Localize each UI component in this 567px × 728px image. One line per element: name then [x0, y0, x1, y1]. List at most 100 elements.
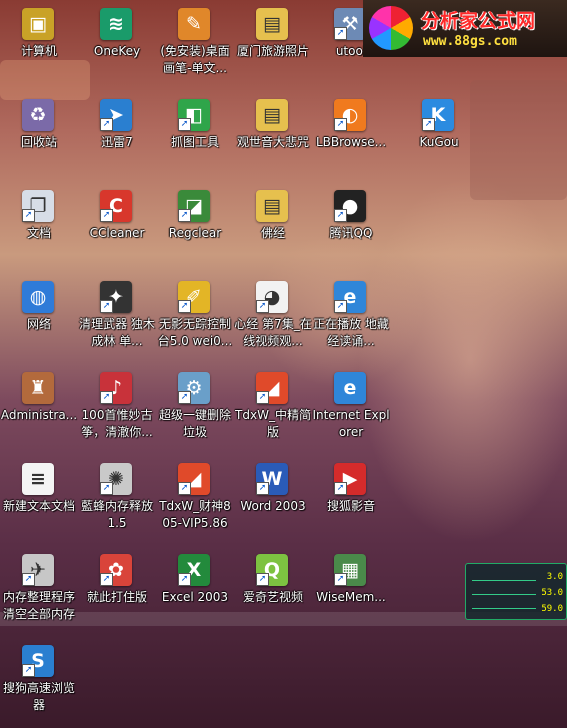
desktop-shortcut[interactable]: ◕ ➚ 心经 第7集_在线视频观...: [234, 275, 312, 361]
gadget-value: 59.0: [541, 604, 563, 614]
desktop-shortcut[interactable]: ▶ ➚ 搜狐影音: [312, 457, 390, 543]
desktop-shortcut[interactable]: ◢ ➚ TdxW_中精简版: [234, 366, 312, 452]
broom-icon: ✐ ➚: [178, 281, 210, 313]
desktop-shortcut[interactable]: ➤ ➚ 迅雷7: [78, 93, 156, 179]
desktop-shortcut[interactable]: ✦ ➚ 清理武器 独木成林 单...: [78, 275, 156, 361]
desktop-shortcut[interactable]: ◪ ➚ Regclear: [156, 184, 234, 270]
shortcut-label: 厦门旅游照片: [236, 44, 309, 58]
desktop-shortcut[interactable]: W ➚ Word 2003: [234, 457, 312, 543]
desktop-shortcut[interactable]: ≋ OneKey: [78, 2, 156, 88]
desktop-shortcut[interactable]: ◍ 网络: [0, 275, 78, 361]
desktop-shortcut[interactable]: ▣ 计算机: [0, 2, 78, 88]
shortcut-arrow-icon: ➚: [422, 118, 435, 131]
desktop-shortcut[interactable]: ◧ ➚ 抓图工具: [156, 93, 234, 179]
shortcut-label: 新建文本文档: [2, 499, 75, 513]
shortcut-label: Administra...: [0, 408, 78, 422]
shortcut-arrow-icon: ➚: [334, 482, 347, 495]
shortcut-arrow-icon: ➚: [334, 573, 347, 586]
gadget-value: 3.0: [546, 572, 563, 582]
shortcut-label: OneKey: [93, 44, 141, 58]
internet-explorer-icon: e ➚: [334, 281, 366, 313]
shortcut-arrow-icon: ➚: [334, 27, 347, 40]
shortcut-arrow-icon: ➚: [334, 118, 347, 131]
shortcut-label: Internet Explorer: [312, 408, 390, 439]
shortcut-arrow-icon: ➚: [100, 573, 113, 586]
tdx-icon: ◢ ➚: [178, 463, 210, 495]
sogou-browser-icon: S ➚: [22, 645, 54, 677]
shortcut-label: 回收站: [20, 135, 57, 149]
album-cover-icon: ♪ ➚: [100, 372, 132, 404]
shortcut-label: TdxW_财神805-VIP5.86: [159, 499, 231, 530]
desktop-shortcut[interactable]: ✐ ➚ 无影无踪控制台5.0 wei0...: [156, 275, 234, 361]
photo-icon: ✿ ➚: [100, 554, 132, 586]
shortcut-arrow-icon: ➚: [178, 209, 191, 222]
desktop-shortcut[interactable]: ✈ ➚ 内存整理程序清空全部内存: [0, 548, 78, 634]
desktop-shortcut[interactable]: ✿ ➚ 就此打住版: [78, 548, 156, 634]
desktop-shortcut[interactable]: X ➚ Excel 2003: [156, 548, 234, 634]
desktop-shortcut[interactable]: ❐ ➚ 文档: [0, 184, 78, 270]
desktop-shortcut[interactable]: S ➚ 搜狗高速浏览器: [0, 639, 78, 725]
desktop-shortcut[interactable]: ✎ (免安装)桌面画笔-单文...: [156, 2, 234, 88]
monitor-gadget[interactable]: 3.0 53.0 59.0: [465, 563, 567, 620]
shortcut-label: Excel 2003: [161, 590, 229, 604]
banner-title: 分析家公式网: [421, 10, 536, 32]
desktop-shortcut[interactable]: ◢ ➚ TdxW_财神805-VIP5.86: [156, 457, 234, 543]
desktop-shortcut[interactable]: ▤ 观世音大悲咒: [234, 93, 312, 179]
desktop-shortcut[interactable]: Q ➚ 爱奇艺视频: [234, 548, 312, 634]
shortcut-arrow-icon: ➚: [256, 482, 269, 495]
desktop-shortcut[interactable]: ▦ ➚ WiseMem...: [312, 548, 390, 634]
shortcut-label: 计算机: [20, 44, 57, 58]
watermark-banner: 分析家公式网 www.88gs.com: [363, 0, 567, 57]
internet-explorer-icon: e: [334, 372, 366, 404]
shortcut-label: 搜狗高速浏览器: [2, 681, 75, 712]
shortcut-arrow-icon: ➚: [178, 118, 191, 131]
wisememory-icon: ▦ ➚: [334, 554, 366, 586]
banner-url: www.88gs.com: [423, 34, 517, 49]
wallpaper-screen: [470, 80, 567, 200]
desktop-shortcut[interactable]: ● ➚ 腾讯QQ: [312, 184, 390, 270]
desktop-shortcut[interactable]: ♻ 回收站: [0, 93, 78, 179]
desktop-shortcut[interactable]: ⚙ ➚ 超级一键删除垃圾: [156, 366, 234, 452]
gadget-graph-line: [472, 594, 536, 595]
screenshot-tool-icon: ◧ ➚: [178, 99, 210, 131]
shortcut-label: 超级一键删除垃圾: [158, 408, 231, 439]
desktop-shortcut[interactable]: e Internet Explorer: [312, 366, 390, 452]
shortcut-arrow-icon: ➚: [178, 482, 191, 495]
shortcut-arrow-icon: ➚: [334, 300, 347, 313]
desktop-shortcut[interactable]: ♜ Administra...: [0, 366, 78, 452]
flower-logo-icon: [369, 6, 413, 50]
desktop-shortcut[interactable]: C ➚ CCleaner: [78, 184, 156, 270]
shortcut-label: WiseMem...: [316, 590, 386, 604]
shortcut-label: 就此打住版: [86, 590, 147, 604]
shortcut-label: 网络: [26, 317, 51, 331]
desktop-shortcut[interactable]: K ➚ KuGou: [400, 93, 478, 179]
shortcut-arrow-icon: ➚: [100, 209, 113, 222]
shortcut-label: LBBrowse...: [315, 135, 387, 149]
desktop-shortcut[interactable]: ♪ ➚ 100首惟妙古筝，清澈你...: [78, 366, 156, 452]
shortcut-label: 抓图工具: [170, 135, 219, 149]
word-icon: W ➚: [256, 463, 288, 495]
shortcut-arrow-icon: ➚: [256, 573, 269, 586]
shortcut-label: 清理武器 独木成林 单...: [79, 317, 155, 348]
excel-icon: X ➚: [178, 554, 210, 586]
rocket-icon: ✈ ➚: [22, 554, 54, 586]
desktop-shortcut[interactable]: ▤ 厦门旅游照片: [234, 2, 312, 88]
desktop[interactable]: ▣ 计算机 ≋ OneKey ✎ (免安装)桌面画笔-单文... ▤ 厦门旅游照片 ⚒ ➚ utoo…: [0, 0, 567, 728]
folder-icon: ▤: [256, 190, 288, 222]
text-document-icon: ≡: [22, 463, 54, 495]
desktop-shortcut[interactable]: ≡ 新建文本文档: [0, 457, 78, 543]
recycle-bin-icon: ♻: [22, 99, 54, 131]
desktop-shortcut[interactable]: ◐ ➚ LBBrowse...: [312, 93, 390, 179]
shortcut-label: CCleaner: [89, 226, 145, 240]
shortcut-label: 正在播放 地藏经读诵...: [313, 317, 389, 348]
desktop-shortcut[interactable]: ✺ ➚ 藍蜂内存释放1.5: [78, 457, 156, 543]
shortcut-arrow-icon: ➚: [100, 118, 113, 131]
shortcut-label: 搜狐影音: [326, 499, 375, 513]
desktop-shortcut[interactable]: ▤ 佛经: [234, 184, 312, 270]
gadget-graph-line: [472, 580, 536, 581]
folder-icon: ▤: [256, 99, 288, 131]
shortcut-arrow-icon: ➚: [22, 209, 35, 222]
shortcut-label: KuGou: [419, 135, 459, 149]
shortcut-label: 爱奇艺视频: [242, 590, 303, 604]
desktop-shortcut[interactable]: e ➚ 正在播放 地藏经读诵...: [312, 275, 390, 361]
